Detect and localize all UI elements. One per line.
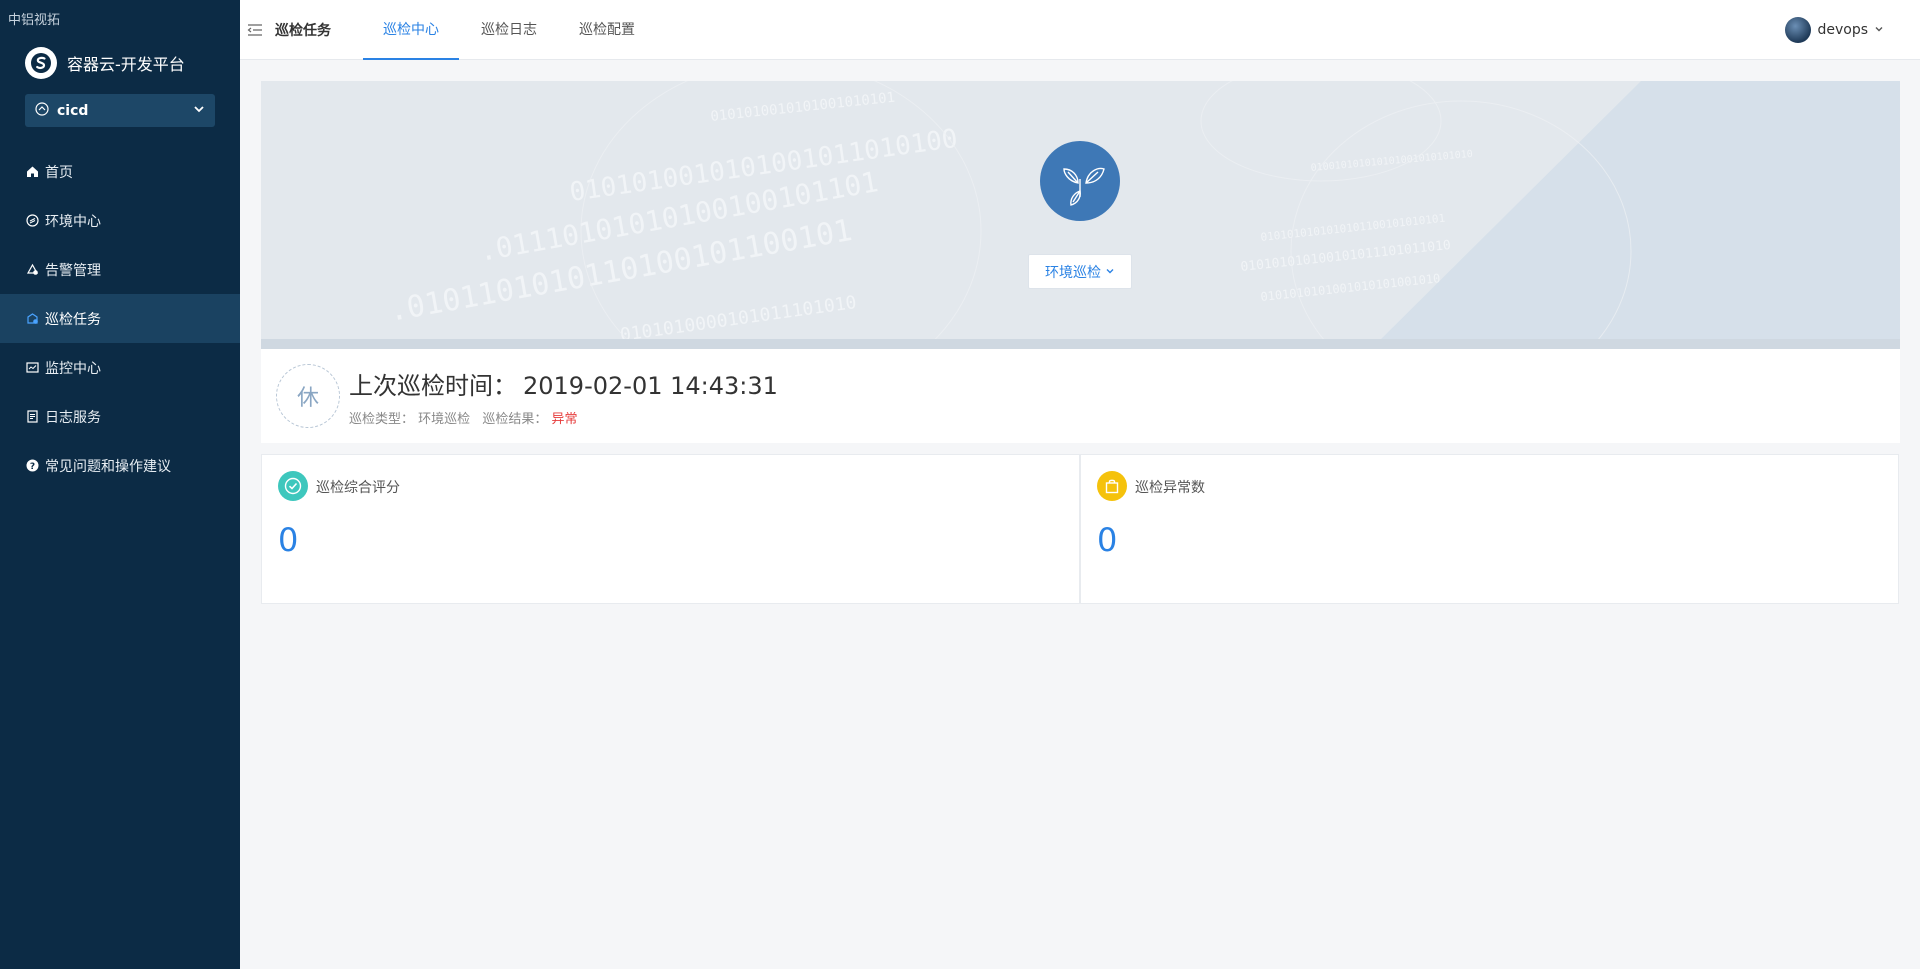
last-inspection-card: 休 上次巡检时间： 2019-02-01 14:43:31 巡检类型： 环境巡检 … (261, 349, 1900, 443)
chevron-down-icon (1105, 264, 1115, 280)
sidebar-item-log[interactable]: 日志服务 (0, 392, 240, 441)
tab-inspection-center[interactable]: 巡检中心 (363, 0, 459, 60)
user-name: devops (1817, 22, 1868, 38)
score-label: 巡检综合评分 (316, 480, 400, 496)
brand-logo-icon (25, 47, 57, 79)
section-title: 巡检任务 (275, 23, 331, 39)
svg-text:0101010000101011101010: 0101010000101011101010 (619, 292, 858, 346)
inspection-meta: 巡检类型： 环境巡检 巡检结果： 异常 (349, 408, 577, 427)
last-time-label: 上次巡检时间： (349, 372, 517, 400)
sidebar: 中铝视拓 容器云-开发平台 cicd 首页 环境中心 告警管理 巡检任务 监控中… (0, 0, 240, 969)
svg-text:0101010101010101100101010101: 0101010101010101100101010101 (1260, 212, 1446, 244)
sidebar-item-label: 巡检任务 (45, 311, 101, 328)
sidebar-item-environment[interactable]: 环境中心 (0, 196, 240, 245)
inspection-type-label: 环境巡检 (1045, 264, 1101, 281)
sidebar-item-label: 环境中心 (45, 213, 101, 230)
svg-text:010101010100101011101011010: 010101010100101011101011010 (1240, 238, 1452, 275)
bag-icon (1097, 471, 1127, 501)
sidebar-item-help[interactable]: ? 常见问题和操作建议 (0, 441, 240, 490)
collapse-menu-icon[interactable] (246, 21, 264, 39)
project-icon (35, 101, 49, 120)
sidebar-menu: 首页 环境中心 告警管理 巡检任务 监控中心 日志服务 ? 常见问题和操作建议 (0, 147, 240, 490)
help-icon: ? (25, 459, 39, 473)
tab-inspection-log[interactable]: 巡检日志 (469, 0, 549, 60)
sidebar-item-monitor[interactable]: 监控中心 (0, 343, 240, 392)
brand-title: 容器云-开发平台 (67, 55, 185, 74)
result-label: 巡检结果： (482, 412, 548, 427)
score-value: 0 (278, 521, 299, 559)
project-name: cicd (57, 102, 89, 119)
avatar (1785, 17, 1812, 43)
topbar: 巡检任务 巡检中心 巡检日志 巡检配置 devops (240, 0, 1920, 60)
home-icon (25, 165, 39, 179)
sidebar-item-label: 监控中心 (45, 360, 101, 377)
alert-icon (25, 263, 39, 277)
type-label: 巡检类型： (349, 412, 415, 427)
chevron-down-icon (193, 103, 205, 119)
log-icon (25, 410, 39, 424)
tab-inspection-config[interactable]: 巡检配置 (567, 0, 647, 60)
status-badge: 休 (276, 364, 340, 428)
chevron-down-icon (1874, 22, 1884, 38)
svg-text:0101010101001010101001010: 0101010101001010101001010 (1260, 271, 1441, 304)
sidebar-item-alert[interactable]: 告警管理 (0, 245, 240, 294)
brand[interactable]: 容器云-开发平台 (25, 47, 185, 79)
svg-text:?: ? (29, 462, 34, 472)
check-circle-icon (278, 471, 308, 501)
anomaly-label: 巡检异常数 (1135, 480, 1205, 496)
sidebar-item-label: 日志服务 (45, 409, 101, 426)
inspection-type-select[interactable]: 环境巡检 (1028, 254, 1132, 289)
anomaly-value: 0 (1097, 521, 1118, 559)
last-inspection-time: 上次巡检时间： 2019-02-01 14:43:31 (349, 366, 778, 401)
sidebar-item-home[interactable]: 首页 (0, 147, 240, 196)
sidebar-item-inspection[interactable]: 巡检任务 (0, 294, 240, 343)
svg-text:0101010010101001010101: 0101010010101001010101 (710, 90, 896, 125)
svg-text:010010101010101001010101010: 010010101010101001010101010 (1310, 149, 1473, 174)
inspection-icon (25, 312, 39, 326)
anomaly-card: 巡检异常数 0 (1080, 454, 1899, 604)
monitor-icon (25, 361, 39, 375)
project-select[interactable]: cicd (25, 94, 215, 127)
result-value: 异常 (551, 412, 578, 427)
corner-note: 中铝视拓 (8, 13, 61, 28)
plant-leaves-icon (1040, 141, 1120, 221)
type-value: 环境巡检 (418, 412, 471, 427)
sidebar-item-label: 常见问题和操作建议 (45, 458, 171, 475)
inspection-banner: 0101010010101001010101 01010100101010010… (261, 81, 1900, 349)
score-card: 巡检综合评分 0 (261, 454, 1080, 604)
last-time-value: 2019-02-01 14:43:31 (523, 372, 778, 400)
environment-icon (25, 214, 39, 228)
user-menu[interactable]: devops (1785, 17, 1884, 43)
sidebar-item-label: 告警管理 (45, 262, 101, 279)
sidebar-item-label: 首页 (45, 164, 73, 181)
